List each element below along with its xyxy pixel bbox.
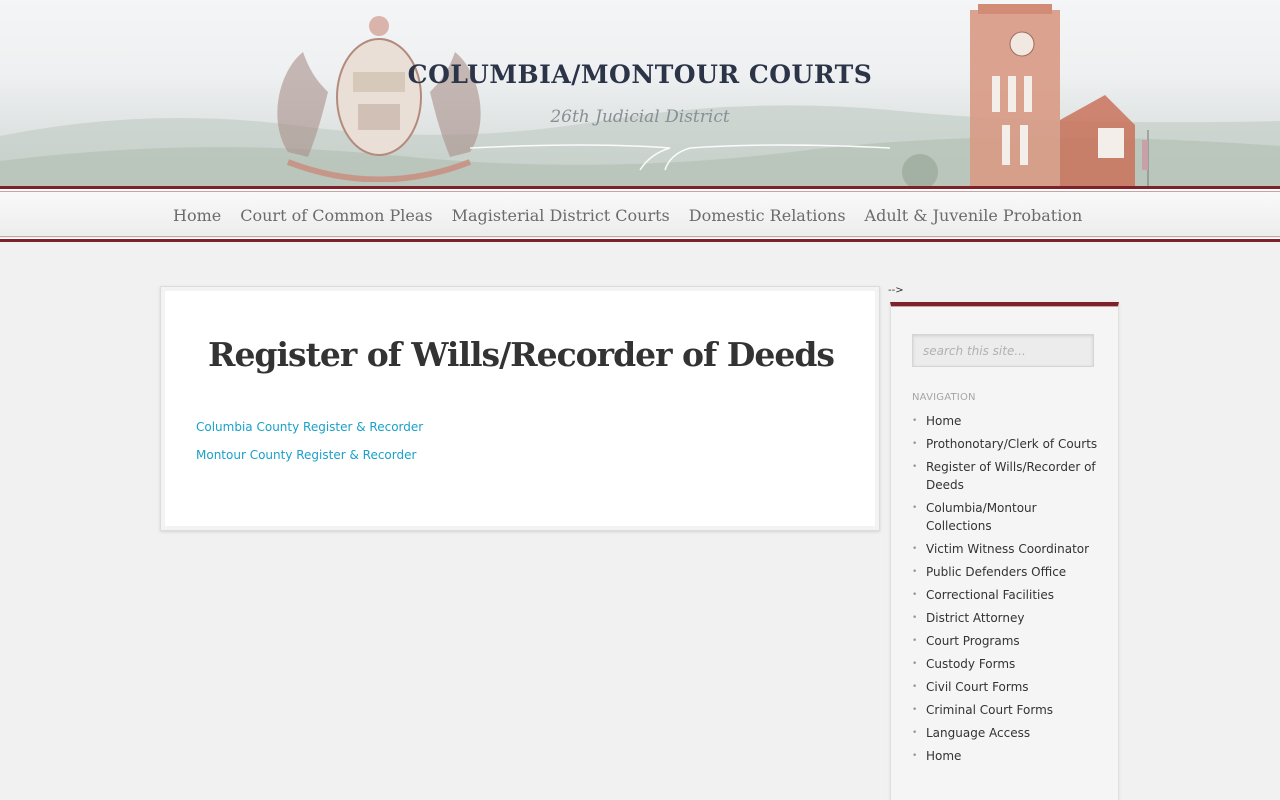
bullet-icon: •	[912, 439, 918, 449]
sidebar-item-label: Register of Wills/Recorder of Deeds	[926, 460, 1096, 492]
main-nav: Home Court of Common Pleas Magisterial D…	[0, 186, 1280, 242]
sidebar-item-victim-witness[interactable]: • Victim Witness Coordinator	[912, 540, 1102, 558]
sidebar-item-criminal-court-forms[interactable]: • Criminal Court Forms	[912, 701, 1102, 719]
sidebar-item-label: Civil Court Forms	[926, 680, 1029, 694]
sidebar-item-prothonotary[interactable]: • Prothonotary/Clerk of Courts	[912, 435, 1102, 453]
bullet-icon: •	[912, 728, 918, 738]
site-header: COLUMBIA/MONTOUR COURTS 26th Judicial Di…	[0, 0, 1280, 186]
sidebar: NAVIGATION • Home • Prothonotary/Clerk o…	[890, 302, 1119, 800]
bullet-icon: •	[912, 567, 918, 577]
page-title: Register of Wills/Recorder of Deeds	[208, 335, 835, 374]
sidebar-item-label: Custody Forms	[926, 657, 1016, 671]
bullet-icon: •	[912, 544, 918, 554]
sidebar-item-home[interactable]: • Home	[912, 412, 1102, 430]
sidebar-item-label: Prothonotary/Clerk of Courts	[926, 437, 1098, 451]
stray-markup-text: -->	[888, 285, 904, 296]
bullet-icon: •	[912, 590, 918, 600]
bullet-icon: •	[912, 503, 918, 513]
bullet-icon: •	[912, 613, 918, 623]
sidebar-item-label: Correctional Facilities	[926, 588, 1055, 602]
nav-domestic-relations[interactable]: Domestic Relations	[689, 206, 846, 225]
sidebar-nav-heading: NAVIGATION	[912, 392, 976, 403]
sidebar-item-label: Victim Witness Coordinator	[926, 542, 1090, 556]
sidebar-item-label: District Attorney	[926, 611, 1025, 625]
content-panel: Register of Wills/Recorder of Deeds Colu…	[160, 286, 880, 531]
courthouse-image	[902, 4, 1149, 186]
columbia-register-link[interactable]: Columbia County Register & Recorder	[196, 420, 423, 434]
sidebar-item-civil-court-forms[interactable]: • Civil Court Forms	[912, 678, 1102, 696]
nav-magisterial-district-courts[interactable]: Magisterial District Courts	[452, 206, 670, 225]
site-subtitle: 26th Judicial District	[550, 107, 730, 127]
sidebar-item-label: Public Defenders Office	[926, 565, 1067, 579]
bullet-icon: •	[912, 659, 918, 669]
sidebar-item-label: Criminal Court Forms	[926, 703, 1054, 717]
montour-register-link[interactable]: Montour County Register & Recorder	[196, 448, 416, 462]
bullet-icon: •	[912, 462, 918, 472]
bullet-icon: •	[912, 682, 918, 692]
sidebar-item-custody-forms[interactable]: • Custody Forms	[912, 655, 1102, 673]
bullet-icon: •	[912, 705, 918, 715]
site-title: COLUMBIA/MONTOUR COURTS	[407, 60, 873, 89]
bullet-icon: •	[912, 636, 918, 646]
sidebar-item-label: Home	[926, 749, 962, 763]
sidebar-item-label: Home	[926, 414, 962, 428]
sidebar-item-public-defenders[interactable]: • Public Defenders Office	[912, 563, 1102, 581]
sidebar-item-court-programs[interactable]: • Court Programs	[912, 632, 1102, 650]
sidebar-item-collections[interactable]: • Columbia/Montour Collections	[912, 499, 1102, 535]
nav-adult-juvenile-probation[interactable]: Adult & Juvenile Probation	[865, 206, 1083, 225]
bullet-icon: •	[912, 751, 918, 761]
sidebar-item-district-attorney[interactable]: • District Attorney	[912, 609, 1102, 627]
nav-home[interactable]: Home	[173, 206, 221, 225]
sidebar-item-register-of-wills[interactable]: • Register of Wills/Recorder of Deeds	[912, 458, 1102, 494]
sidebar-item-correctional[interactable]: • Correctional Facilities	[912, 586, 1102, 604]
search-input[interactable]	[912, 334, 1094, 367]
bullet-icon: •	[912, 416, 918, 426]
sidebar-item-home-2[interactable]: • Home	[912, 747, 1102, 765]
sidebar-item-label: Language Access	[926, 726, 1031, 740]
decorative-swoosh	[470, 144, 890, 171]
sidebar-item-label: Court Programs	[926, 634, 1020, 648]
nav-court-of-common-pleas[interactable]: Court of Common Pleas	[240, 206, 432, 225]
sidebar-item-language-access[interactable]: • Language Access	[912, 724, 1102, 742]
sidebar-item-label: Columbia/Montour Collections	[926, 501, 1037, 533]
